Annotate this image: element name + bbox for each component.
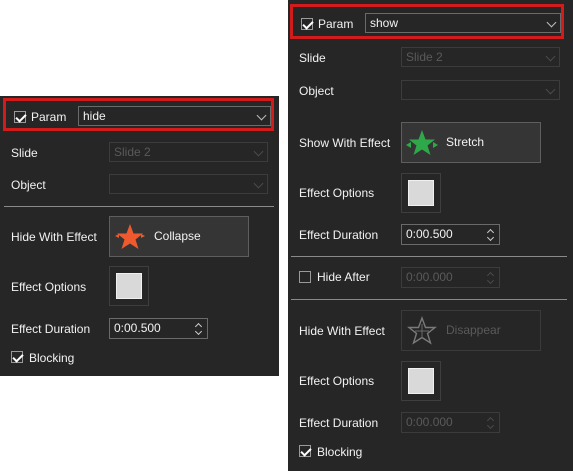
- chevron-down-icon: [545, 51, 556, 62]
- chevron-down-icon: [546, 17, 557, 28]
- hide-effect-label: Hide With Effect: [299, 324, 385, 338]
- chevron-down-icon[interactable]: [486, 276, 495, 285]
- hide-effect-button[interactable]: Collapse: [109, 216, 249, 257]
- hide-after-value: 0:00.000: [406, 270, 453, 284]
- effect-options-button[interactable]: [109, 266, 149, 306]
- hide-after-checkbox[interactable]: [299, 271, 311, 283]
- hide-effect-duration-label: Effect Duration: [299, 416, 379, 430]
- param-row: Param show: [290, 4, 564, 39]
- show-effect-duration-label: Effect Duration: [299, 228, 379, 242]
- collapse-star-icon: [115, 224, 145, 249]
- blocking-label: Blocking: [29, 351, 75, 365]
- hide-effect-name: Disappear: [446, 323, 501, 337]
- hide-after-spinner[interactable]: 0:00.000: [401, 267, 500, 288]
- hide-effect-name: Collapse: [154, 229, 201, 243]
- chevron-down-icon: [253, 146, 264, 157]
- slide-select-value: Slide 2: [114, 145, 151, 159]
- object-label: Object: [11, 178, 46, 192]
- slide-select-value: Slide 2: [406, 50, 443, 64]
- slide-select[interactable]: Slide 2: [401, 47, 560, 67]
- object-select[interactable]: [401, 80, 560, 100]
- param-label: Param: [31, 110, 67, 124]
- effect-duration-label: Effect Duration: [11, 322, 91, 336]
- hide-settings-panel: Param hide Slide Slide 2 Object Hide Wit…: [0, 96, 279, 376]
- blocking-checkbox[interactable]: [11, 351, 23, 363]
- hide-effect-options-swatch: [408, 368, 434, 394]
- chevron-down-icon: [545, 84, 556, 95]
- divider: [291, 256, 567, 257]
- param-select-value: hide: [83, 109, 106, 123]
- object-label: Object: [299, 84, 334, 98]
- show-settings-panel: Param show Slide Slide 2 Object Show Wit…: [288, 0, 573, 471]
- disappear-star-icon: [407, 315, 437, 345]
- hide-effect-options-button[interactable]: [401, 361, 441, 401]
- effect-duration-value: 0:00.500: [114, 321, 161, 335]
- effect-options-swatch: [116, 273, 142, 299]
- slide-label: Slide: [299, 51, 326, 65]
- object-select[interactable]: [109, 174, 268, 194]
- chevron-down-icon: [256, 110, 267, 121]
- blocking-checkbox[interactable]: [299, 445, 311, 457]
- show-effect-duration-value: 0:00.500: [406, 227, 453, 241]
- chevron-down-icon[interactable]: [194, 327, 203, 336]
- effect-options-label: Effect Options: [11, 280, 87, 294]
- show-effect-options-label: Effect Options: [299, 186, 375, 200]
- param-label: Param: [318, 17, 354, 31]
- slide-select[interactable]: Slide 2: [109, 142, 268, 162]
- param-checkbox[interactable]: [14, 111, 26, 123]
- param-checkbox[interactable]: [301, 18, 313, 30]
- chevron-down-icon[interactable]: [486, 421, 495, 430]
- stretch-star-icon: [406, 130, 438, 155]
- hide-effect-duration-value: 0:00.000: [406, 415, 453, 429]
- hide-effect-button[interactable]: Disappear: [401, 310, 541, 351]
- show-effect-duration-spinner[interactable]: 0:00.500: [401, 224, 500, 245]
- show-effect-options-button[interactable]: [401, 173, 441, 213]
- divider: [4, 206, 274, 207]
- param-select[interactable]: hide: [78, 106, 271, 126]
- hide-effect-label: Hide With Effect: [11, 230, 97, 244]
- divider: [291, 299, 567, 300]
- show-effect-label: Show With Effect: [299, 136, 391, 150]
- show-effect-options-swatch: [408, 180, 434, 206]
- param-select-value: show: [370, 16, 399, 30]
- blocking-label: Blocking: [317, 445, 363, 459]
- show-effect-name: Stretch: [446, 135, 485, 149]
- hide-effect-duration-spinner[interactable]: 0:00.000: [401, 412, 500, 433]
- chevron-down-icon[interactable]: [486, 233, 495, 242]
- param-select[interactable]: show: [365, 13, 561, 33]
- param-row: Param hide: [3, 98, 274, 131]
- show-effect-button[interactable]: Stretch: [401, 122, 541, 163]
- hide-effect-options-label: Effect Options: [299, 374, 375, 388]
- hide-after-label: Hide After: [317, 270, 370, 284]
- effect-duration-spinner[interactable]: 0:00.500: [109, 318, 208, 339]
- slide-label: Slide: [11, 146, 38, 160]
- chevron-down-icon: [253, 178, 264, 189]
